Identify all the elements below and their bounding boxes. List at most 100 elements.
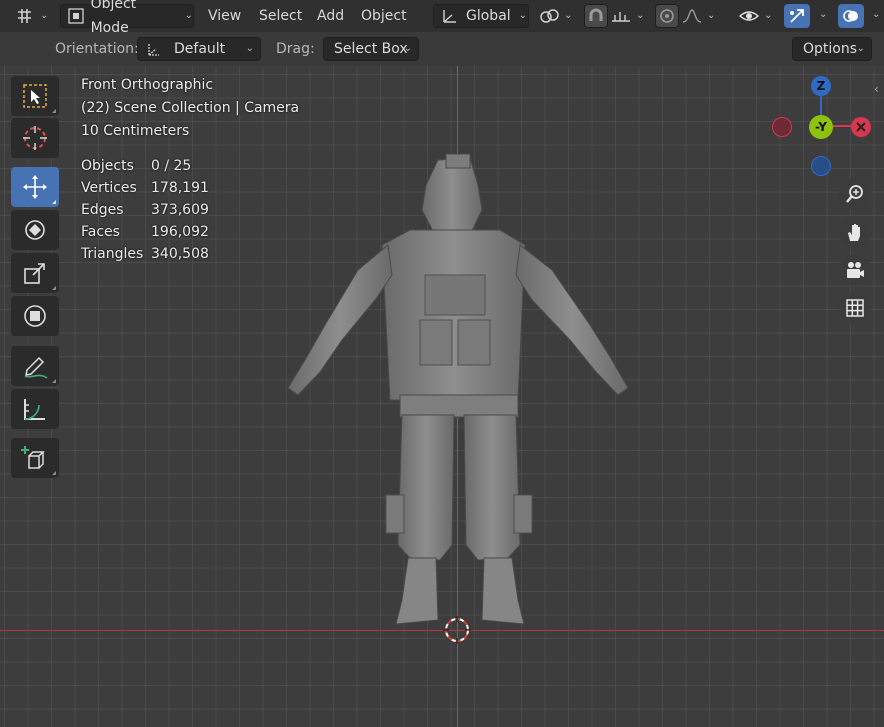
falloff-curve-icon [682, 9, 702, 23]
stat-value-objects: 0 / 25 [151, 158, 192, 174]
cursor-target-icon [23, 126, 47, 150]
stat-value-edges: 373,609 [151, 202, 209, 218]
move-arrows-icon [23, 175, 47, 199]
tool-rotate[interactable] [11, 210, 59, 250]
overlay-circles-icon [843, 10, 858, 22]
tool-transform[interactable] [11, 296, 59, 336]
chevron-down-icon: ⌄ [40, 10, 49, 21]
gizmo-neg-x-axis[interactable] [772, 117, 792, 137]
editor-type-button[interactable]: ⌄ [14, 4, 50, 28]
gizmo-arrow-icon [790, 9, 804, 23]
chevron-down-icon: ⌄ [636, 10, 645, 21]
pivot-link-icon [540, 9, 559, 23]
view-name: Front Orthographic [81, 77, 214, 93]
transform-icon [24, 305, 46, 327]
stat-label-faces: Faces [81, 224, 120, 240]
viewport-header: ⌄ Object Mode ⌄ View Select Add Object G… [0, 0, 884, 36]
camera-view-icon [847, 262, 864, 278]
tool-scale[interactable] [11, 253, 59, 293]
chevron-down-icon[interactable]: ⌄ [872, 9, 880, 20]
proportional-edit-toggle[interactable] [655, 4, 679, 28]
chevron-down-icon: ⌄ [856, 43, 865, 54]
grid-view-icon [846, 299, 864, 317]
tool-select-box[interactable] [11, 76, 59, 116]
tool-measure[interactable] [11, 389, 59, 429]
tool-add-cube[interactable] [11, 438, 59, 478]
collection-info: (22) Scene Collection | Camera [81, 100, 300, 116]
orientation-axes-icon [148, 44, 159, 56]
orientation-axes-icon [443, 10, 456, 23]
gizmo-neg-z-axis[interactable] [811, 156, 831, 176]
blender-3d-viewport-window: ⌄ Object Mode ⌄ View Select Add Object G… [0, 0, 884, 727]
drag-value: Select Box [334, 41, 408, 57]
select-box-icon [23, 84, 47, 108]
visibility-button[interactable]: ⌄ [738, 4, 778, 28]
chevron-down-icon: ⌄ [764, 10, 773, 21]
magnet-icon [589, 8, 603, 21]
measure-ruler-icon [24, 399, 45, 420]
tool-cursor[interactable] [11, 118, 59, 158]
transform-orientation-label: Global [466, 8, 511, 24]
3d-viewport[interactable]: Front Orthographic (22) Scene Collection… [0, 66, 884, 727]
drag-dropdown[interactable]: Select Box ⌄ [323, 37, 419, 61]
menu-object[interactable]: Object [361, 4, 407, 28]
tool-move[interactable] [11, 167, 59, 207]
proportional-falloff-button[interactable]: ⌄ [681, 4, 721, 28]
drag-label: Drag: [276, 41, 315, 57]
orientation-value: Default [174, 41, 226, 57]
proportional-circle-icon [660, 9, 674, 23]
transform-orientation-dropdown[interactable]: Global ⌄ [433, 4, 529, 28]
snap-target-button[interactable]: ⌄ [610, 4, 650, 28]
stat-value-faces: 196,092 [151, 224, 209, 240]
stat-label-vertices: Vertices [81, 180, 137, 196]
zoom-button[interactable] [839, 178, 871, 210]
orientation-label: Orientation: [55, 41, 139, 57]
stat-label-objects: Objects [81, 158, 134, 174]
gizmo-z-label: Z [816, 79, 826, 93]
mode-dropdown[interactable]: Object Mode ⌄ [60, 0, 194, 36]
add-cube-icon [21, 446, 45, 469]
chevron-down-icon: ⌄ [403, 43, 412, 54]
stat-value-vertices: 178,191 [151, 180, 209, 196]
pivot-point-button[interactable]: ⌄ [538, 4, 578, 28]
close-x-icon [856, 122, 866, 132]
snap-toggle[interactable] [584, 4, 608, 28]
sidebar-toggle-icon[interactable]: ‹ [874, 82, 879, 96]
eye-icon [738, 11, 760, 21]
rotate-icon [25, 220, 45, 240]
character-mesh[interactable] [270, 150, 650, 650]
gizmo-y-label: -Y [815, 120, 827, 134]
scale-icon [24, 263, 45, 284]
chevron-down-icon: ⌄ [245, 43, 254, 54]
gizmo-z-axis[interactable]: Z [811, 76, 831, 96]
stat-label-triangles: Triangles [81, 246, 144, 262]
options-dropdown[interactable]: Options ⌄ [792, 37, 872, 61]
chevron-down-icon: ⌄ [564, 10, 573, 21]
grid-scale: 10 Centimeters [81, 123, 190, 139]
pan-hand-icon [848, 224, 860, 241]
pan-button[interactable] [839, 216, 871, 248]
stat-value-triangles: 340,508 [151, 246, 209, 262]
menu-view[interactable]: View [208, 4, 241, 28]
overlays-toggle[interactable] [838, 4, 864, 28]
gizmo-x-axis[interactable] [851, 117, 871, 137]
zoom-icon [846, 185, 863, 203]
chevron-down-icon: ⌄ [518, 10, 528, 21]
options-label: Options [803, 41, 858, 57]
snap-increment-icon [612, 12, 630, 22]
object-mode-icon [68, 8, 84, 24]
chevron-down-icon: ⌄ [707, 10, 716, 21]
3d-cursor-icon[interactable] [443, 616, 471, 644]
camera-view-button[interactable] [839, 254, 871, 286]
gizmo-toggle[interactable] [784, 4, 810, 28]
stat-label-edges: Edges [81, 202, 124, 218]
chevron-down-icon[interactable]: ⌄ [819, 9, 827, 20]
gizmo-y-axis[interactable]: -Y [809, 115, 833, 139]
menu-add[interactable]: Add [317, 4, 344, 28]
annotate-pencil-icon [24, 356, 48, 379]
menu-select[interactable]: Select [259, 4, 302, 28]
orthographic-toggle[interactable] [839, 292, 871, 324]
tool-annotate[interactable] [11, 346, 59, 386]
editor-type-icon [18, 9, 31, 23]
orientation-dropdown[interactable]: Default ⌄ [137, 37, 261, 61]
